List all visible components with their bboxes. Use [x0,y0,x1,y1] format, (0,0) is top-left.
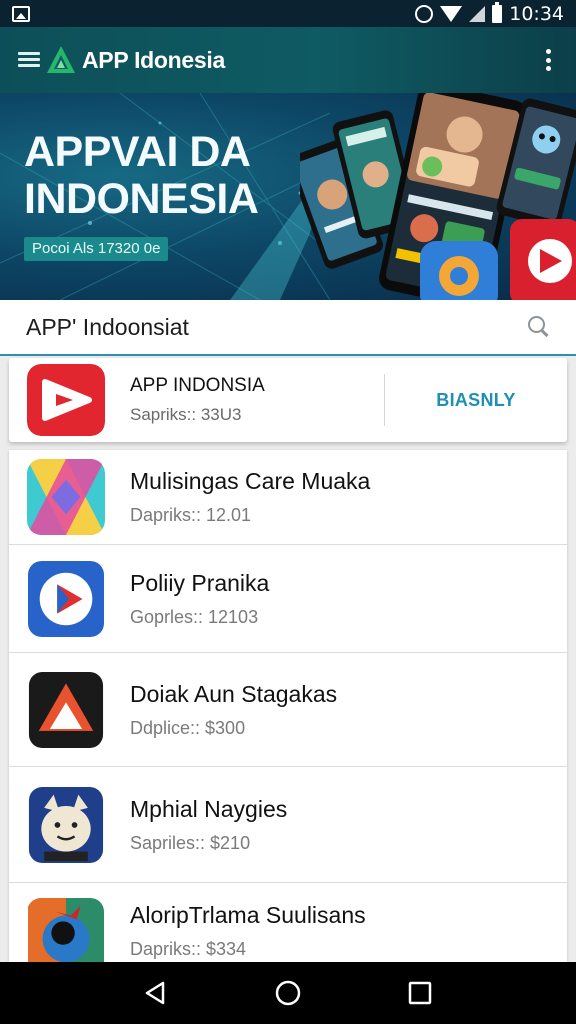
status-bar: 10:34 [0,0,576,27]
list-item[interactable]: Mulisingas Care Muaka Dapriks:: 12.01 [9,450,567,545]
logo-icon [47,46,75,73]
app-meta: Dapriks:: 12.01 [130,505,252,525]
list-item[interactable]: AloripTrlama Suulisans Dapriks:: $334 [9,883,567,962]
cat-face-icon [28,786,104,863]
navigation-bar [0,962,576,1024]
app-name: Mulisingas Care Muaka [130,468,371,494]
banner-tag: Pocoi Als 17320 0e [24,237,169,261]
app-name: Doiak Aun Stagakas [130,680,338,707]
signal-icon [469,5,486,22]
alarm-icon [415,4,434,23]
featured-app-meta: Sapriks:: 33U3 [130,405,242,424]
app-meta: Sapriles:: $210 [130,832,251,853]
app-name: Mphial Naygies [130,795,288,822]
menu-icon[interactable] [18,52,40,68]
search-input[interactable]: APP' Indoonsiat [26,314,528,341]
app-info: Mulisingas Care Muaka Dapriks:: 12.01 [130,468,370,526]
triangle-a-icon [28,671,104,748]
featured-app-card[interactable]: APP INDONSIA Sapriks:: 33U3 BIASNLY [9,358,567,442]
app-meta: Ddplice:: $300 [130,717,246,738]
gallery-icon [12,5,30,22]
app-info: Poliiy Pranika Goprles:: 12103 [130,570,269,628]
banner-title-line2: INDONESIA [24,175,259,223]
search-bar[interactable]: APP' Indoonsiat [0,300,576,356]
status-left [12,5,415,22]
featured-app-name: APP INDONSIA [130,375,265,396]
featured-action-button[interactable]: BIASNLY [385,390,567,411]
list-item[interactable]: Poliiy Pranika Goprles:: 12103 [9,545,567,653]
featured-app-info: APP INDONSIA Sapriks:: 33U3 [130,375,265,425]
app-title: APP Idonesia [82,46,225,73]
list-item[interactable]: Doiak Aun Stagakas Ddplice:: $300 [9,653,567,767]
colorful-x-icon [27,459,105,535]
banner-title: APPVAI DA INDONESIA [24,129,314,223]
recents-icon[interactable] [407,980,433,1006]
more-vert-icon[interactable] [538,47,558,73]
status-right: 10:34 [415,1,564,25]
search-icon[interactable] [528,316,550,338]
wifi-icon [440,5,463,22]
app-bar: APP Idonesia [0,27,576,93]
promo-banner[interactable]: APPVAI DA INDONESIA Pocoi Als 17320 0e [0,93,576,300]
app-meta: Goprles:: 12103 [130,606,259,627]
app-meta: Dapriks:: $334 [130,939,247,959]
battery-icon [492,1,503,23]
home-icon[interactable] [275,980,301,1006]
bird-icon [28,898,104,962]
app-name: AloripTrlama Suulisans [130,902,366,928]
app-info: Doiak Aun Stagakas Ddplice:: $300 [130,681,337,739]
status-time: 10:34 [509,2,564,25]
app-info: AloripTrlama Suulisans Dapriks:: $334 [130,902,366,960]
play-triangle-icon [27,364,105,436]
banner-title-line1: APPVAI DA [24,128,251,176]
phones-illustration [300,93,576,300]
app-name: Poliiy Pranika [130,569,270,596]
back-icon[interactable] [143,980,169,1006]
play-arrow-icon [28,560,104,637]
app-list: Mulisingas Care Muaka Dapriks:: 12.01 Po… [9,450,567,962]
app-info: Mphial Naygies Sapriles:: $210 [130,796,287,854]
list-item[interactable]: Mphial Naygies Sapriles:: $210 [9,767,567,883]
